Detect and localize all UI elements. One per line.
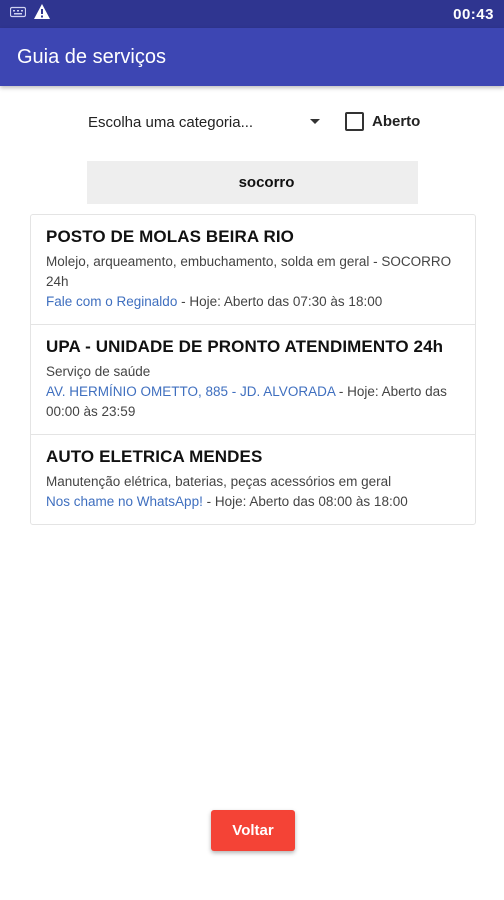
item-meta: Nos chame no WhatsApp! - Hoje: Aberto da… [46, 492, 460, 512]
keyboard-icon [9, 5, 27, 23]
item-description: Molejo, arqueamento, embuchamento, solda… [46, 254, 452, 289]
list-item[interactable]: UPA - UNIDADE DE PRONTO ATENDIMENTO 24h … [31, 325, 475, 435]
item-hours: - Hoje: Aberto das 08:00 às 18:00 [202, 494, 408, 509]
category-spinner-label: Escolha uma categoria... [88, 113, 254, 131]
item-meta: Fale com o Reginaldo - Hoje: Aberto das … [46, 292, 460, 312]
item-title: AUTO ELETRICA MENDES [46, 447, 263, 466]
app-bar: Guia de serviços [0, 28, 504, 86]
filter-row: Escolha uma categoria... Aberto [0, 104, 504, 140]
search-input[interactable] [87, 174, 418, 191]
dropdown-arrow-icon [310, 119, 320, 124]
page-title: Guia de serviços [17, 45, 166, 68]
list-item[interactable]: POSTO DE MOLAS BEIRA RIO Molejo, arqueam… [31, 215, 475, 325]
item-meta: AV. HERMÍNIO OMETTO, 885 - JD. ALVORADA … [46, 382, 460, 422]
status-bar: 00:43 [0, 0, 504, 28]
open-checkbox[interactable] [345, 112, 364, 131]
status-time: 00:43 [453, 5, 494, 23]
item-hours: - Hoje: Aberto das 07:30 às 18:00 [177, 294, 383, 309]
back-button[interactable]: Voltar [211, 810, 295, 851]
category-spinner[interactable]: Escolha uma categoria... [88, 108, 324, 136]
item-title: POSTO DE MOLAS BEIRA RIO [46, 227, 294, 246]
search-box [87, 161, 418, 204]
results-list: POSTO DE MOLAS BEIRA RIO Molejo, arqueam… [30, 214, 476, 525]
list-item[interactable]: AUTO ELETRICA MENDES Manutenção elétrica… [31, 435, 475, 524]
open-filter[interactable]: Aberto [345, 112, 420, 131]
item-whatsapp-link[interactable]: Nos chame no WhatsApp! [46, 494, 203, 509]
item-title: UPA - UNIDADE DE PRONTO ATENDIMENTO 24h [46, 337, 444, 356]
warning-icon [34, 4, 50, 24]
item-contact-link[interactable]: Fale com o Reginaldo [46, 294, 177, 309]
open-checkbox-label: Aberto [372, 113, 421, 130]
item-address-link[interactable]: AV. HERMÍNIO OMETTO, 885 - JD. ALVORADA [46, 384, 335, 399]
item-description: Manutenção elétrica, baterias, peças ace… [46, 474, 392, 489]
status-icons [9, 4, 50, 24]
item-description: Serviço de saúde [46, 364, 151, 379]
